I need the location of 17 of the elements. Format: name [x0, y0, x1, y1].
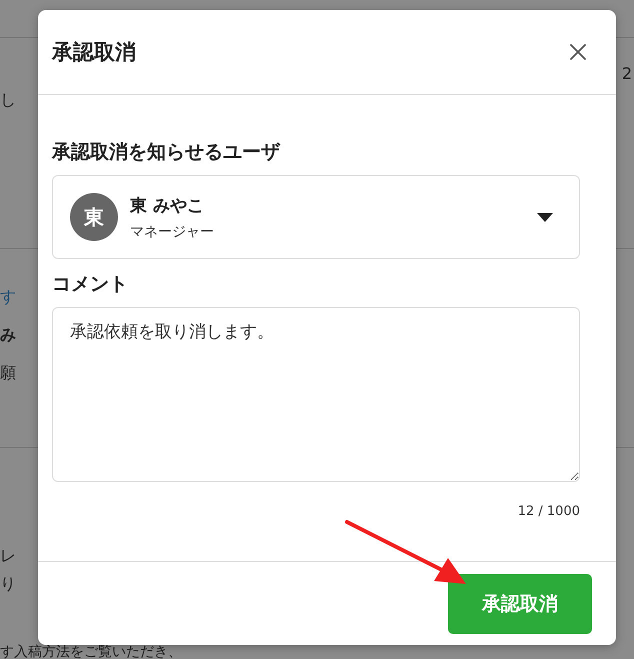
background-text: す入稿方法をご覧いただき、	[0, 645, 182, 659]
background-text: み	[0, 325, 16, 345]
user-role: マネージャー	[130, 222, 215, 240]
user-avatar: 東	[70, 193, 118, 241]
background-text: レ	[0, 546, 16, 566]
caret-icon	[537, 212, 553, 222]
field-label: 承認取消を知らせるユーザ	[52, 140, 282, 165]
field-label: コメント	[52, 272, 129, 297]
background-text: 願	[0, 363, 16, 383]
background-text: 2	[622, 64, 632, 84]
background-text: り	[0, 574, 16, 594]
dialog-title: 承認取消	[52, 39, 136, 66]
comment-field[interactable]: 承認依頼を取り消します。	[52, 307, 580, 482]
background-text: し	[0, 90, 16, 110]
user-select[interactable]: 東 東 みやこ マネージャー	[52, 175, 580, 259]
character-counter: 12 / 1000	[518, 504, 580, 519]
user-name: 東 みやこ	[130, 194, 205, 216]
